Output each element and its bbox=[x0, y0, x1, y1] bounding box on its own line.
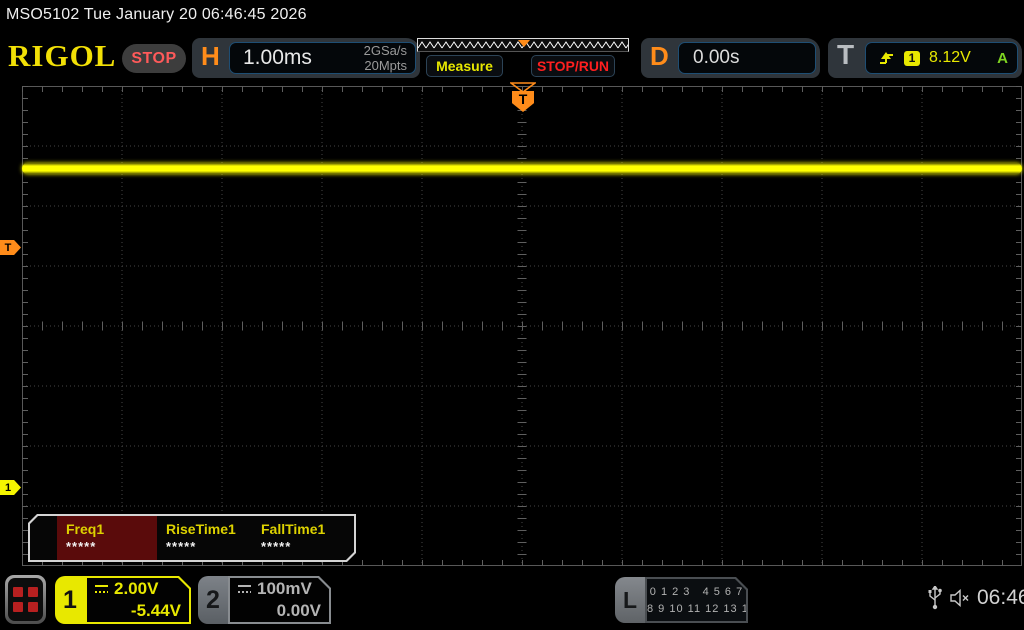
horizontal-settings-button[interactable]: H 1.00ms 2GSa/s 20Mpts bbox=[192, 38, 420, 78]
measurement-label: RiseTime1 bbox=[166, 521, 236, 537]
horizontal-box: 1.00ms 2GSa/s 20Mpts bbox=[229, 42, 416, 74]
graticule bbox=[22, 86, 1022, 566]
trigger-box: 1 8.12V A bbox=[865, 42, 1018, 74]
logic-row1: 0 1 2 3 4 5 6 7 bbox=[649, 586, 744, 598]
trigger-label: T bbox=[837, 39, 855, 70]
memory-depth: 20Mpts bbox=[364, 58, 407, 73]
measurement-value: ***** bbox=[66, 539, 97, 554]
measure-button[interactable]: Measure bbox=[426, 55, 503, 77]
measurement-falltime1[interactable]: FallTime1 ***** bbox=[252, 516, 347, 560]
measurement-risetime1[interactable]: RiseTime1 ***** bbox=[157, 516, 252, 560]
trigger-level-value: 8.12V bbox=[929, 49, 971, 66]
trigger-position-marker[interactable]: T bbox=[510, 82, 536, 114]
rigol-logo: RIGOL bbox=[8, 38, 117, 73]
channel2-offset: 0.00V bbox=[276, 601, 321, 620]
usb-icon bbox=[928, 586, 942, 610]
logic-tab[interactable]: L bbox=[615, 577, 645, 623]
waveform-display-area[interactable]: T bbox=[22, 82, 1022, 566]
measurement-panel: Freq1 ***** RiseTime1 ***** FallTime1 **… bbox=[28, 514, 356, 562]
logic-analyzer-block[interactable]: L 0 1 2 3 4 5 6 78 9 10 11 12 13 14 15 bbox=[615, 577, 748, 623]
channel1-body: 2.00V -5.44V bbox=[85, 576, 191, 624]
measurement-panel-body: Freq1 ***** RiseTime1 ***** FallTime1 **… bbox=[30, 516, 354, 560]
preview-zigzag-icon bbox=[418, 39, 628, 51]
measurement-label: Freq1 bbox=[66, 521, 105, 537]
measurement-freq1[interactable]: Freq1 ***** bbox=[57, 516, 157, 560]
rising-edge-trigger-icon bbox=[880, 52, 893, 64]
measurement-value: ***** bbox=[166, 539, 197, 554]
trigger-settings-button[interactable]: T 1 8.12V A bbox=[828, 38, 1022, 78]
logic-body: 0 1 2 3 4 5 6 78 9 10 11 12 13 14 15 bbox=[645, 577, 748, 623]
stop-run-button[interactable]: STOP/RUN bbox=[531, 55, 615, 77]
channel2-tab[interactable]: 2 bbox=[198, 576, 228, 624]
delay-value: 0.00s bbox=[693, 47, 740, 68]
channel2-body: 100mV 0.00V bbox=[228, 576, 331, 624]
trigger-source-badge: 1 bbox=[904, 50, 920, 66]
acquisition-info: 2GSa/s 20Mpts bbox=[364, 43, 415, 73]
speaker-mute-icon bbox=[950, 589, 969, 607]
trigger-sweep-mode: A bbox=[997, 49, 1008, 67]
trigger-position-letter: T bbox=[518, 91, 528, 107]
delay-label: D bbox=[650, 41, 669, 71]
channel1-offset: -5.44V bbox=[130, 601, 181, 620]
oscilloscope-screen: MSO5102 Tue January 20 06:46:45 2026 RIG… bbox=[0, 0, 1024, 630]
channel1-offset-marker[interactable]: 1 bbox=[0, 480, 21, 495]
channel2-scale: 100mV bbox=[257, 579, 312, 598]
delay-settings-button[interactable]: D 0.00s bbox=[641, 38, 820, 78]
timebase-value: 1.00ms bbox=[243, 46, 312, 69]
channel1-trace bbox=[22, 163, 1022, 174]
channel2-block[interactable]: 2 100mV 0.00V bbox=[198, 576, 331, 624]
run-state-badge: STOP bbox=[122, 44, 186, 73]
delay-box: 0.00s bbox=[678, 42, 816, 74]
model-datetime-text: MSO5102 Tue January 20 06:46:45 2026 bbox=[6, 6, 307, 23]
channel1-scale: 2.00V bbox=[114, 579, 159, 598]
sample-rate: 2GSa/s bbox=[363, 43, 407, 58]
menu-grid-icon bbox=[8, 578, 43, 621]
waveform-preview[interactable] bbox=[417, 38, 629, 52]
status-clock: 06:46 bbox=[977, 586, 1024, 609]
dc-coupling-icon bbox=[94, 583, 109, 595]
trigger-position-shield-icon: T bbox=[512, 91, 534, 112]
measurement-value: ***** bbox=[261, 539, 292, 554]
dc-coupling-icon bbox=[237, 583, 252, 595]
measurement-label: FallTime1 bbox=[261, 521, 326, 537]
horizontal-label: H bbox=[201, 41, 220, 71]
channel1-block[interactable]: 1 2.00V -5.44V bbox=[55, 576, 191, 624]
channel1-tab[interactable]: 1 bbox=[55, 576, 85, 624]
logic-row2: 8 9 10 11 12 13 14 15 bbox=[647, 603, 775, 615]
trigger-level-marker[interactable]: T bbox=[0, 240, 21, 255]
logic-channels: 0 1 2 3 4 5 6 78 9 10 11 12 13 14 15 bbox=[647, 579, 746, 621]
menu-button[interactable] bbox=[5, 575, 46, 624]
